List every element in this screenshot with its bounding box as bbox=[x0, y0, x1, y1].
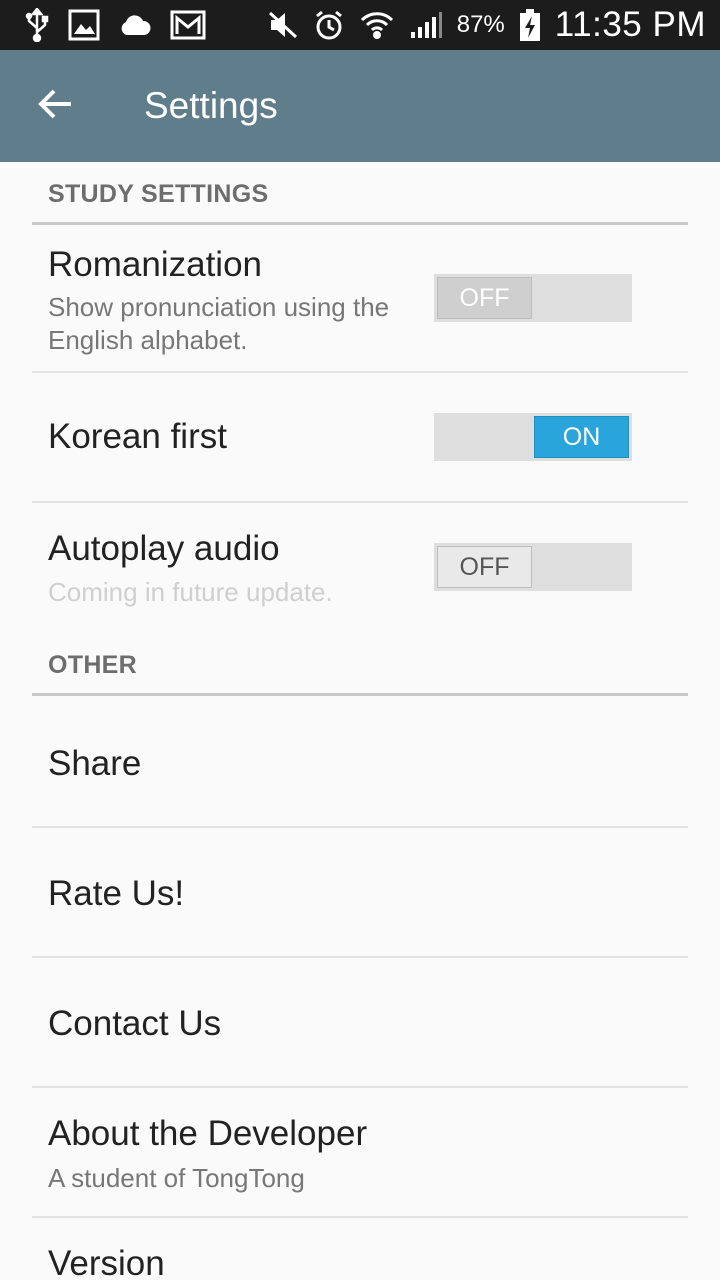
setting-korean-first[interactable]: Korean first ON bbox=[0, 373, 720, 501]
setting-summary: A student of TongTong bbox=[48, 1163, 305, 1193]
setting-romanization[interactable]: Romanization Show pronunciation using th… bbox=[0, 225, 720, 371]
setting-title: About the Developer bbox=[48, 1114, 368, 1153]
setting-version[interactable]: Version bbox=[0, 1218, 720, 1280]
romanization-toggle[interactable]: OFF bbox=[434, 274, 632, 322]
toggle-knob: OFF bbox=[437, 277, 532, 319]
toggle-knob: ON bbox=[534, 416, 629, 458]
app-bar: Settings bbox=[0, 50, 720, 162]
setting-summary: Coming in future update. bbox=[48, 577, 333, 607]
signal-icon bbox=[409, 10, 443, 40]
clock: 11:35 PM bbox=[554, 5, 706, 44]
status-bar-right: 87% 11:35 PM bbox=[267, 5, 706, 45]
section-header-other: OTHER bbox=[48, 651, 137, 679]
setting-summary: Show pronunciation using the English alp… bbox=[48, 292, 390, 355]
setting-title: Version bbox=[48, 1244, 165, 1280]
setting-rate-us[interactable]: Rate Us! bbox=[0, 828, 720, 956]
setting-title: Romanization bbox=[48, 245, 262, 284]
back-button[interactable] bbox=[0, 50, 112, 162]
korean-first-toggle[interactable]: ON bbox=[434, 413, 632, 461]
setting-title: Rate Us! bbox=[48, 874, 185, 913]
setting-title: Autoplay audio bbox=[48, 529, 280, 568]
section-header-study: STUDY SETTINGS bbox=[48, 180, 269, 208]
status-bar-left bbox=[24, 8, 206, 42]
setting-share[interactable]: Share bbox=[0, 696, 720, 826]
setting-contact-us[interactable]: Contact Us bbox=[0, 958, 720, 1086]
setting-title: Share bbox=[48, 744, 142, 783]
autoplay-audio-toggle[interactable]: OFF bbox=[434, 543, 632, 591]
status-bar: 87% 11:35 PM bbox=[0, 0, 720, 50]
battery-percent: 87% bbox=[456, 11, 505, 38]
usb-icon bbox=[24, 8, 50, 42]
setting-title: Korean first bbox=[48, 417, 227, 456]
gmail-icon bbox=[170, 10, 206, 40]
setting-about-developer[interactable]: About the Developer A student of TongTon… bbox=[0, 1088, 720, 1216]
setting-autoplay-audio: Autoplay audio Coming in future update. … bbox=[0, 503, 720, 631]
setting-title: Contact Us bbox=[48, 1004, 222, 1043]
battery-icon bbox=[519, 8, 541, 42]
alarm-icon bbox=[313, 9, 345, 41]
arrow-left-icon bbox=[38, 88, 74, 125]
toggle-knob: OFF bbox=[437, 546, 532, 588]
cloud-icon bbox=[118, 13, 152, 37]
mute-icon bbox=[267, 10, 299, 40]
wifi-icon bbox=[359, 9, 395, 41]
image-icon bbox=[68, 9, 100, 41]
page-title: Settings bbox=[144, 85, 278, 126]
